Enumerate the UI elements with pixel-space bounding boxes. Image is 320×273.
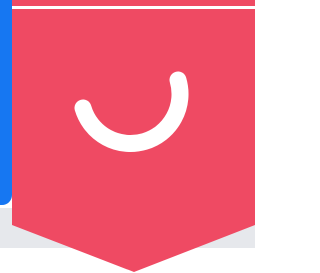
- pocket-logo-icon[interactable]: [0, 0, 255, 273]
- top-separator: [12, 6, 255, 9]
- app-icon-crop: [0, 0, 255, 273]
